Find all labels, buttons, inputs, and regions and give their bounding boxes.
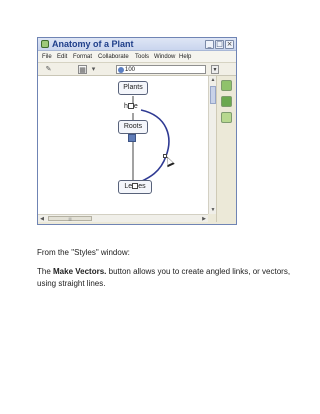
- leaves-prefix: Le: [124, 183, 133, 190]
- intro-paragraph: From the "Styles" window:: [37, 248, 130, 257]
- app-icon: [41, 40, 49, 48]
- green-link-icon[interactable]: [221, 112, 232, 123]
- link-label[interactable]: he: [124, 102, 138, 112]
- style-tool-icon[interactable]: ▦: [78, 65, 87, 74]
- vertical-scrollbar[interactable]: ▲ ▼: [208, 76, 216, 214]
- node-plants[interactable]: Plants: [118, 81, 148, 95]
- green-add-icon[interactable]: [221, 80, 232, 91]
- close-button[interactable]: ×: [225, 40, 234, 49]
- minimize-button[interactable]: _: [205, 40, 214, 49]
- dropdown-arrow-icon[interactable]: ▾: [89, 65, 98, 74]
- menu-window[interactable]: Window: [154, 51, 175, 63]
- zoom-icon: [118, 67, 124, 73]
- window-title: Anatomy of a Plant: [52, 39, 134, 49]
- maximize-button[interactable]: □: [215, 40, 224, 49]
- scroll-right-icon[interactable]: ▶: [200, 215, 208, 223]
- the-text: The: [37, 267, 54, 276]
- zoom-dropdown-button[interactable]: ▼: [211, 65, 219, 74]
- node-leaves[interactable]: Le es: [118, 180, 152, 194]
- make-vectors-label: Make Vectors.: [53, 267, 107, 276]
- menu-file[interactable]: File: [42, 51, 52, 63]
- toolbar: ✎ ▦ ▾ 100 ▼: [38, 63, 236, 76]
- concept-map-canvas[interactable]: Plants he Roots Le es: [38, 76, 208, 214]
- menu-tools[interactable]: Tools: [135, 51, 149, 63]
- node-roots[interactable]: Roots: [118, 120, 148, 134]
- horizontal-scroll-thumb[interactable]: |||: [48, 216, 92, 221]
- link-label-suffix: e: [133, 103, 138, 110]
- menu-format[interactable]: Format: [73, 51, 92, 63]
- horizontal-scrollbar[interactable]: ◀ ||| ▶: [38, 214, 208, 222]
- menu-help[interactable]: Help: [179, 51, 191, 63]
- leaves-suffix: es: [138, 183, 146, 190]
- app-window: Anatomy of a Plant _ □ × File Edit Forma…: [37, 37, 237, 225]
- green-concept-icon[interactable]: [221, 96, 232, 107]
- leaves-handle-icon[interactable]: [132, 183, 139, 189]
- scroll-left-icon[interactable]: ◀: [38, 215, 46, 223]
- side-tool-panel: [216, 76, 236, 222]
- link-handle-icon[interactable]: [127, 103, 134, 109]
- title-bar[interactable]: Anatomy of a Plant _ □ ×: [38, 38, 236, 51]
- cursor-tool-icon[interactable]: ✎: [44, 65, 53, 74]
- description-paragraph: The Make Vectors. button allows you to c…: [37, 266, 307, 290]
- zoom-field[interactable]: 100: [116, 65, 206, 74]
- roots-resource-icon[interactable]: [128, 134, 136, 142]
- menu-edit[interactable]: Edit: [57, 51, 67, 63]
- menu-collaborate[interactable]: Collaborate: [98, 51, 129, 63]
- zoom-value: 100: [125, 67, 136, 73]
- menu-bar: File Edit Format Collaborate Tools Windo…: [38, 51, 236, 63]
